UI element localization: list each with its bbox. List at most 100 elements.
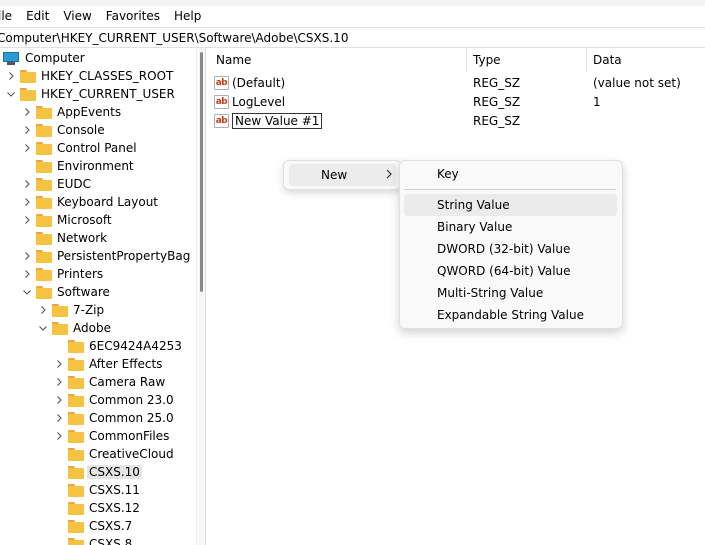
tree-node[interactable]: Common 23.0 xyxy=(54,391,174,409)
tree-node[interactable]: After Effects xyxy=(54,355,162,373)
tree-node[interactable]: HKEY_CURRENT_USER xyxy=(6,85,175,103)
tree-node[interactable]: AppEvents xyxy=(22,103,121,121)
chevron-right-icon[interactable] xyxy=(22,197,32,207)
tree-node[interactable]: Environment xyxy=(22,157,134,175)
submenu-item-key[interactable]: Key xyxy=(404,163,617,185)
chevron-right-icon[interactable] xyxy=(6,71,16,81)
chevron-right-icon[interactable] xyxy=(54,395,64,405)
folder-icon xyxy=(68,465,84,479)
column-header-type[interactable]: Type xyxy=(473,48,585,72)
chevron-right-icon[interactable] xyxy=(54,359,64,369)
tree-node-label: PersistentPropertyBag xyxy=(57,249,191,263)
tree-node-label: CSXS.11 xyxy=(89,483,140,497)
tree-node-label: Computer xyxy=(25,51,85,65)
chevron-right-icon[interactable] xyxy=(22,269,32,279)
column-divider[interactable] xyxy=(586,48,587,72)
tree-node[interactable]: PersistentPropertyBag xyxy=(22,247,190,265)
tree-node-label: CreativeCloud xyxy=(89,447,174,461)
tree-node[interactable]: HKEY_CLASSES_ROOT xyxy=(6,67,173,85)
tree-node[interactable]: Console xyxy=(22,121,105,139)
chevron-right-icon[interactable] xyxy=(22,107,32,117)
tree-node[interactable]: Common 25.0 xyxy=(54,409,174,427)
tree-node-label: Printers xyxy=(57,267,104,281)
tree-node-label: Keyboard Layout xyxy=(57,195,159,209)
menu-separator xyxy=(404,189,616,190)
tree-node[interactable]: Network xyxy=(22,229,107,247)
chevron-right-icon[interactable] xyxy=(38,305,48,315)
tree-node[interactable]: CSXS.11 xyxy=(54,481,140,499)
tree-node[interactable]: Computer xyxy=(2,49,85,67)
chevron-right-icon[interactable] xyxy=(22,125,32,135)
chevron-down-icon[interactable] xyxy=(6,89,16,99)
value-data: (value not set) xyxy=(593,75,681,90)
chevron-right-icon[interactable] xyxy=(22,215,32,225)
menu-view[interactable]: View xyxy=(63,9,91,23)
submenu-item-qword-value[interactable]: QWORD (64-bit) Value xyxy=(404,260,617,282)
folder-icon xyxy=(36,159,52,173)
chevron-down-icon[interactable] xyxy=(38,323,48,333)
chevron-right-icon[interactable] xyxy=(54,377,64,387)
tree-node[interactable]: CSXS.8 xyxy=(54,535,132,545)
folder-icon xyxy=(36,195,52,209)
tree-node[interactable]: EUDC xyxy=(22,175,91,193)
folder-icon xyxy=(68,357,84,371)
tree-node[interactable]: 6EC9424A4253 xyxy=(54,337,182,355)
tree-node[interactable]: Software xyxy=(22,283,110,301)
tree-scrollbar-thumb[interactable] xyxy=(200,52,203,292)
menu-item-new[interactable]: New xyxy=(289,164,396,186)
menu-file[interactable]: ile xyxy=(0,9,12,23)
value-row[interactable]: ab LogLevel REG_SZ 1 xyxy=(208,92,705,111)
tree-node[interactable]: Adobe xyxy=(38,319,111,337)
column-divider[interactable] xyxy=(466,48,467,72)
tree-node[interactable]: CreativeCloud xyxy=(54,445,174,463)
menu-help[interactable]: Help xyxy=(174,9,201,23)
tree-node[interactable]: 7-Zip xyxy=(38,301,104,319)
submenu-item-expandable-string-value[interactable]: Expandable String Value xyxy=(404,304,617,326)
chevron-down-icon[interactable] xyxy=(22,287,32,297)
column-header-data[interactable]: Data xyxy=(593,48,703,72)
menu-edit[interactable]: Edit xyxy=(26,9,49,23)
tree-node[interactable]: CSXS.7 xyxy=(54,517,132,535)
chevron-right-icon[interactable] xyxy=(22,143,32,153)
submenu-item-multi-string-value[interactable]: Multi-String Value xyxy=(404,282,617,304)
folder-icon xyxy=(36,285,52,299)
column-header-name[interactable]: Name xyxy=(216,48,466,72)
value-type: REG_SZ xyxy=(473,94,521,109)
address-path[interactable]: Computer\HKEY_CURRENT_USER\Software\Adob… xyxy=(0,31,348,45)
tree-node[interactable]: Keyboard Layout xyxy=(22,193,158,211)
chevron-right-icon[interactable] xyxy=(54,413,64,423)
chevron-right-icon[interactable] xyxy=(22,251,32,261)
tree-scrollbar[interactable] xyxy=(196,48,206,545)
tree-node-label: AppEvents xyxy=(57,105,122,119)
value-row[interactable]: ab New Value #1 REG_SZ xyxy=(208,111,705,130)
value-type: REG_SZ xyxy=(473,113,521,128)
tree-node[interactable]: Control Panel xyxy=(22,139,137,157)
menu-favorites[interactable]: Favorites xyxy=(106,9,160,23)
folder-icon xyxy=(68,339,84,353)
tree-node-label: Adobe xyxy=(73,321,111,335)
chevron-right-icon[interactable] xyxy=(22,179,32,189)
submenu-item-dword-value[interactable]: DWORD (32-bit) Value xyxy=(404,238,617,260)
chevron-right-icon[interactable] xyxy=(54,431,64,441)
rename-input-text[interactable]: New Value #1 xyxy=(235,114,319,128)
value-row[interactable]: ab (Default) REG_SZ (value not set) xyxy=(208,73,705,92)
folder-icon xyxy=(52,321,68,335)
folder-icon xyxy=(36,249,52,263)
submenu-item-string-value[interactable]: String Value xyxy=(404,194,617,216)
address-bar[interactable]: Computer\HKEY_CURRENT_USER\Software\Adob… xyxy=(0,27,705,48)
tree-node[interactable]: CSXS.12 xyxy=(54,499,140,517)
tree-node[interactable]: CommonFiles xyxy=(54,427,169,445)
folder-icon xyxy=(36,177,52,191)
folder-icon xyxy=(68,447,84,461)
submenu-item-label: Expandable String Value xyxy=(437,308,584,322)
tree-node[interactable]: Printers xyxy=(22,265,103,283)
tree-node[interactable]: CSXS.10 xyxy=(54,463,142,481)
rename-input[interactable]: New Value #1 xyxy=(232,112,323,129)
folder-icon xyxy=(68,375,84,389)
tree-node[interactable]: Microsoft xyxy=(22,211,112,229)
folder-icon xyxy=(36,123,52,137)
submenu-item-binary-value[interactable]: Binary Value xyxy=(404,216,617,238)
tree-node[interactable]: Camera Raw xyxy=(54,373,165,391)
